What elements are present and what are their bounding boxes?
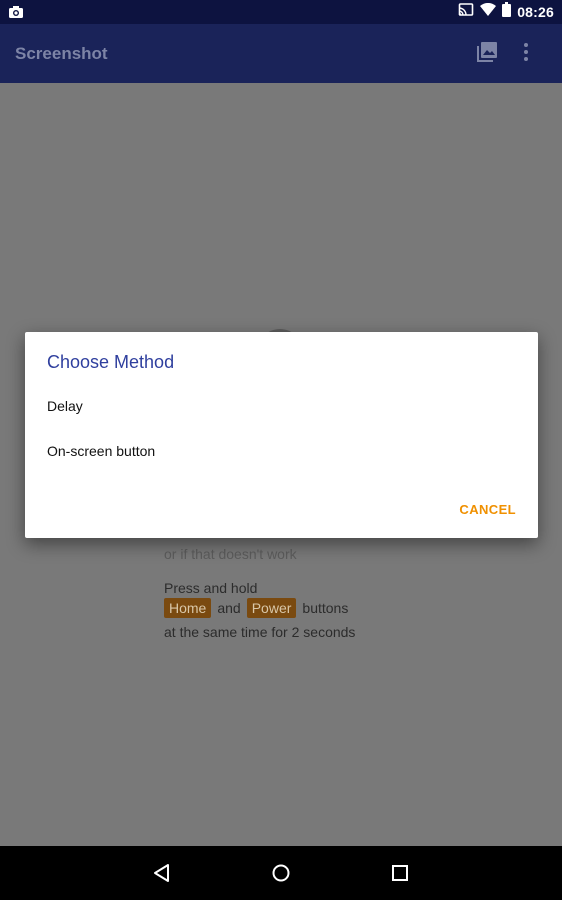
gallery-icon[interactable]	[477, 42, 497, 67]
home-key-badge: Home	[164, 598, 212, 618]
app-title: Screenshot	[15, 44, 108, 63]
more-vert-icon[interactable]	[521, 42, 531, 67]
press-instruction: Press and hold	[164, 580, 258, 596]
back-icon[interactable]	[152, 863, 170, 888]
battery-icon	[502, 2, 512, 22]
status-time: 08:26	[517, 4, 554, 20]
dialog-title: Choose Method	[47, 352, 175, 372]
app-bar: Screenshot	[0, 24, 562, 83]
duration-instruction: at the same time for 2 seconds	[164, 624, 356, 640]
key-instruction-row: Home and Power buttons	[164, 598, 348, 618]
power-key-badge: Power	[246, 598, 297, 618]
and-text: and	[217, 600, 241, 616]
wifi-icon	[480, 2, 497, 21]
cancel-button[interactable]: CANCEL	[459, 502, 516, 517]
home-icon[interactable]	[271, 863, 291, 888]
status-bar: 08:26	[0, 0, 562, 24]
option-on-screen-button[interactable]: On-screen button	[47, 443, 155, 459]
choose-method-dialog: Choose Method Delay On-screen button CAN…	[25, 332, 538, 538]
cast-icon	[458, 2, 474, 22]
camera-icon	[9, 5, 23, 23]
option-delay[interactable]: Delay	[47, 398, 83, 414]
recents-icon[interactable]	[391, 863, 409, 888]
navigation-bar	[0, 846, 562, 900]
buttons-text: buttons	[302, 600, 349, 616]
alt-instruction: or if that doesn't work	[164, 546, 297, 562]
